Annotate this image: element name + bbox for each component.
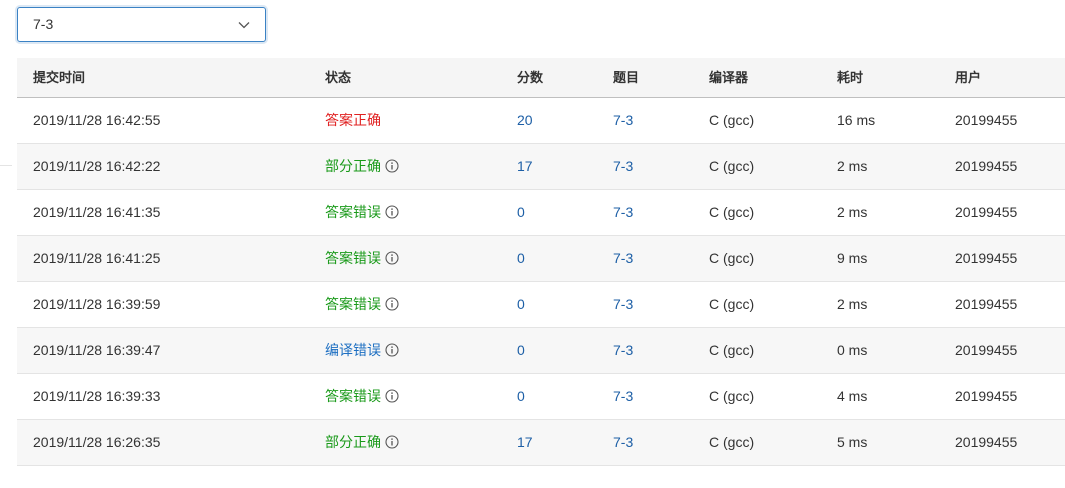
- table-row: 2019/11/28 16:42:22 部分正确 17 7-3 C (gcc) …: [17, 144, 1065, 190]
- user-id: 20199455: [955, 342, 1018, 358]
- problem-link[interactable]: 7-3: [613, 328, 633, 373]
- info-icon[interactable]: [385, 251, 399, 265]
- submission-time: 2019/11/28 16:39:59: [33, 296, 161, 312]
- status-label[interactable]: 编译错误: [325, 342, 381, 358]
- score-link[interactable]: 17: [517, 420, 533, 465]
- submissions-table: 提交时间 状态 分数 题目 编译器 耗时 用户 2019/11/28 16:42…: [17, 58, 1065, 466]
- compiler: C (gcc): [709, 342, 755, 358]
- info-icon[interactable]: [385, 435, 399, 449]
- compiler: C (gcc): [709, 296, 755, 312]
- status-label[interactable]: 答案错误: [325, 388, 381, 404]
- info-icon[interactable]: [385, 297, 399, 311]
- header-compiler[interactable]: 编译器: [709, 58, 748, 97]
- status-label[interactable]: 答案错误: [325, 204, 381, 220]
- duration: 2 ms: [837, 158, 868, 174]
- compiler: C (gcc): [709, 434, 755, 450]
- problem-filter-value: 7-3: [33, 16, 54, 32]
- score-link[interactable]: 0: [517, 328, 525, 373]
- score-link[interactable]: 20: [517, 98, 533, 143]
- user-id: 20199455: [955, 434, 1018, 450]
- score-link[interactable]: 0: [517, 374, 525, 419]
- problem-link[interactable]: 7-3: [613, 282, 633, 327]
- user-id: 20199455: [955, 250, 1018, 266]
- duration: 2 ms: [837, 204, 868, 220]
- duration: 4 ms: [837, 388, 868, 404]
- status-label[interactable]: 答案正确: [325, 112, 381, 128]
- divider: [0, 165, 12, 166]
- status-label[interactable]: 答案错误: [325, 250, 381, 266]
- duration: 5 ms: [837, 434, 868, 450]
- submission-status: 答案错误: [325, 190, 399, 235]
- submission-status: 部分正确: [325, 144, 399, 189]
- info-icon[interactable]: [385, 343, 399, 357]
- problem-filter-select[interactable]: 7-3: [17, 7, 266, 42]
- table-row: 2019/11/28 16:42:55 答案正确 20 7-3 C (gcc) …: [17, 98, 1065, 144]
- submission-time: 2019/11/28 16:41:35: [33, 204, 161, 220]
- compiler: C (gcc): [709, 388, 755, 404]
- problem-link[interactable]: 7-3: [613, 374, 633, 419]
- header-time[interactable]: 提交时间: [33, 58, 85, 97]
- score-link[interactable]: 0: [517, 190, 525, 235]
- compiler: C (gcc): [709, 204, 755, 220]
- table-body: 2019/11/28 16:42:55 答案正确 20 7-3 C (gcc) …: [17, 98, 1065, 466]
- user-id: 20199455: [955, 112, 1018, 128]
- score-link[interactable]: 0: [517, 236, 525, 281]
- problem-link[interactable]: 7-3: [613, 420, 633, 465]
- duration: 0 ms: [837, 342, 868, 358]
- submission-status: 答案错误: [325, 374, 399, 419]
- header-duration[interactable]: 耗时: [837, 58, 863, 97]
- user-id: 20199455: [955, 296, 1018, 312]
- submission-time: 2019/11/28 16:39:33: [33, 388, 161, 404]
- info-icon[interactable]: [385, 389, 399, 403]
- submission-status: 编译错误: [325, 328, 399, 373]
- status-label[interactable]: 答案错误: [325, 296, 381, 312]
- table-row: 2019/11/28 16:26:35 部分正确 17 7-3 C (gcc) …: [17, 420, 1065, 466]
- compiler: C (gcc): [709, 158, 755, 174]
- submission-time: 2019/11/28 16:42:22: [33, 158, 161, 174]
- table-row: 2019/11/28 16:41:35 答案错误 0 7-3 C (gcc) 2…: [17, 190, 1065, 236]
- status-label[interactable]: 部分正确: [325, 434, 381, 450]
- compiler: C (gcc): [709, 250, 755, 266]
- header-score[interactable]: 分数: [517, 58, 543, 97]
- score-link[interactable]: 0: [517, 282, 525, 327]
- problem-link[interactable]: 7-3: [613, 144, 633, 189]
- chevron-down-icon: [238, 22, 250, 29]
- header-status[interactable]: 状态: [325, 58, 351, 97]
- problem-link[interactable]: 7-3: [613, 98, 633, 143]
- compiler: C (gcc): [709, 112, 755, 128]
- table-row: 2019/11/28 16:41:25 答案错误 0 7-3 C (gcc) 9…: [17, 236, 1065, 282]
- submission-status: 部分正确: [325, 420, 399, 465]
- submission-status: 答案错误: [325, 282, 399, 327]
- header-problem[interactable]: 题目: [613, 58, 639, 97]
- problem-link[interactable]: 7-3: [613, 236, 633, 281]
- status-label[interactable]: 部分正确: [325, 158, 381, 174]
- duration: 2 ms: [837, 296, 868, 312]
- user-id: 20199455: [955, 388, 1018, 404]
- table-header: 提交时间 状态 分数 题目 编译器 耗时 用户: [17, 58, 1065, 98]
- submission-time: 2019/11/28 16:41:25: [33, 250, 161, 266]
- info-icon[interactable]: [385, 159, 399, 173]
- table-row: 2019/11/28 16:39:59 答案错误 0 7-3 C (gcc) 2…: [17, 282, 1065, 328]
- submission-time: 2019/11/28 16:42:55: [33, 112, 161, 128]
- header-user[interactable]: 用户: [955, 58, 981, 97]
- submission-status: 答案正确: [325, 98, 381, 143]
- duration: 9 ms: [837, 250, 868, 266]
- submission-time: 2019/11/28 16:26:35: [33, 434, 161, 450]
- info-icon[interactable]: [385, 205, 399, 219]
- score-link[interactable]: 17: [517, 144, 533, 189]
- submission-time: 2019/11/28 16:39:47: [33, 342, 161, 358]
- duration: 16 ms: [837, 112, 876, 128]
- table-row: 2019/11/28 16:39:33 答案错误 0 7-3 C (gcc) 4…: [17, 374, 1065, 420]
- user-id: 20199455: [955, 204, 1018, 220]
- submission-status: 答案错误: [325, 236, 399, 281]
- problem-link[interactable]: 7-3: [613, 190, 633, 235]
- user-id: 20199455: [955, 158, 1018, 174]
- table-row: 2019/11/28 16:39:47 编译错误 0 7-3 C (gcc) 0…: [17, 328, 1065, 374]
